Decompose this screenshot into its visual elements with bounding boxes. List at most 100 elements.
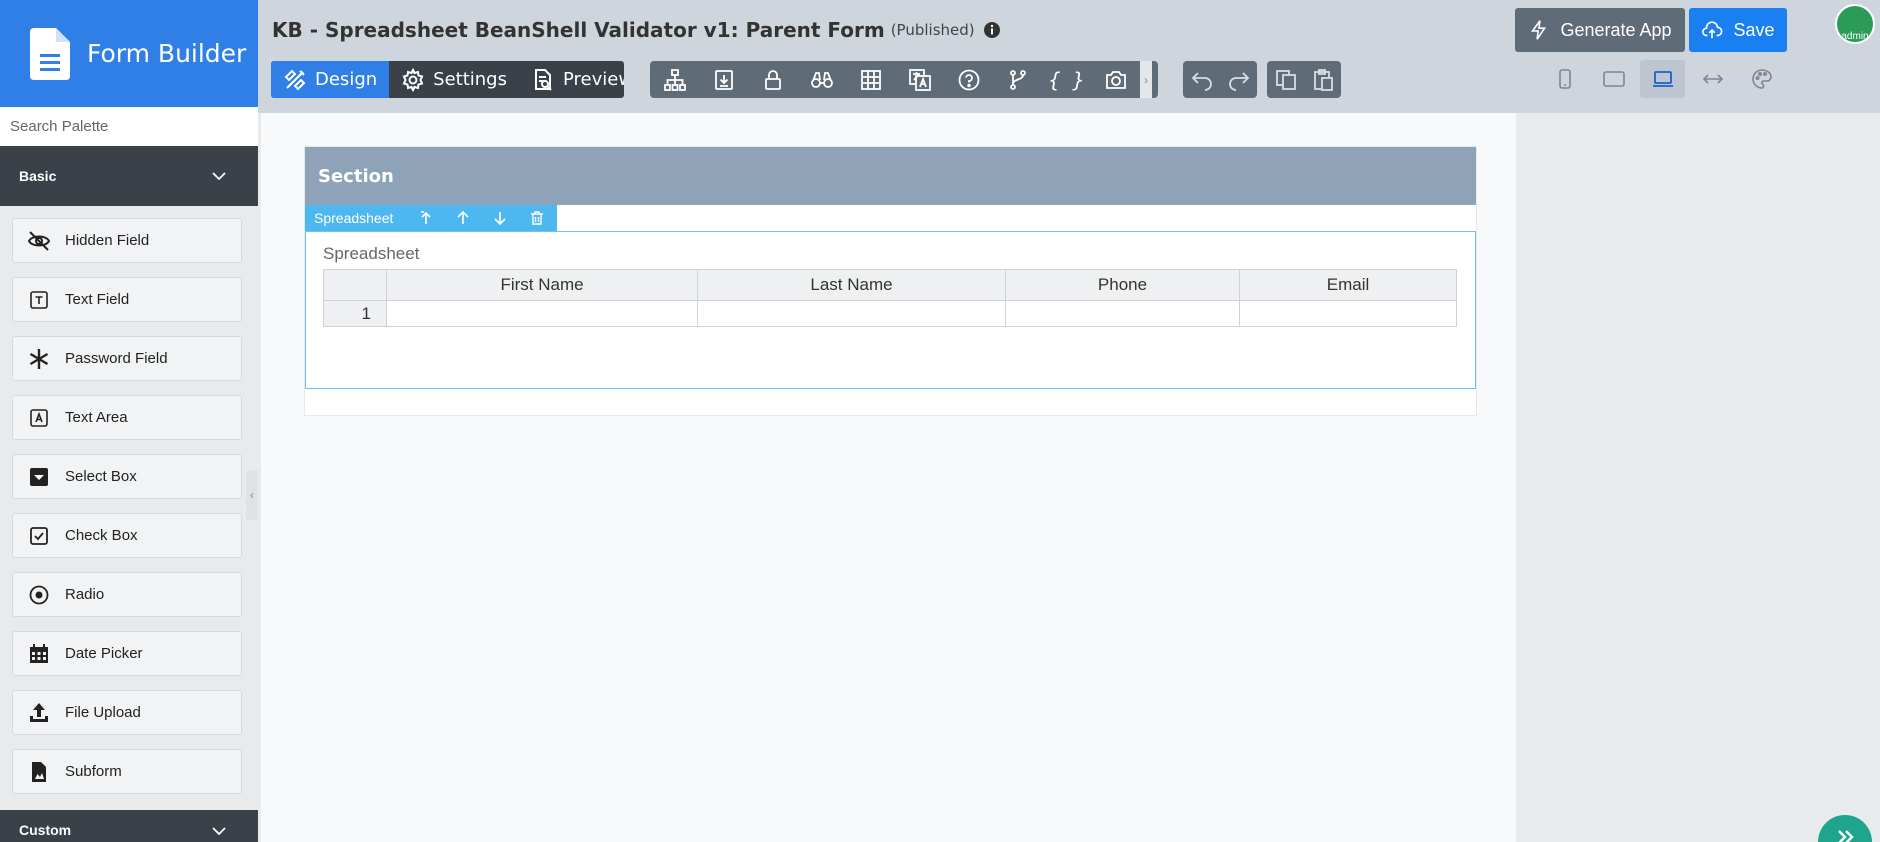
column-header[interactable]: Email [1239,269,1457,301]
row-header-corner [323,269,387,301]
undo-button[interactable] [1183,61,1220,98]
binoculars-icon [810,71,833,88]
search-palette-input[interactable] [0,107,258,146]
table-cell[interactable] [697,300,1006,327]
palette-item-text-area[interactable]: Text Area [12,395,242,440]
generate-app-button[interactable]: Generate App [1515,8,1685,52]
eye-slash-icon [27,230,51,251]
avatar[interactable]: admin [1835,4,1875,44]
element-toolbar: Spreadsheet [305,205,557,231]
palette-item-select-box[interactable]: Select Box [12,454,242,499]
palette-item-radio[interactable]: Radio [12,572,242,617]
palette-item-date-picker[interactable]: Date Picker [12,631,242,676]
category-custom[interactable]: Custom [0,810,258,842]
mobile-icon [1558,69,1571,89]
view-fit-width-button[interactable] [1690,60,1735,98]
paste-button[interactable] [1304,61,1341,98]
bolt-icon [1531,20,1547,40]
tree-button[interactable] [650,61,699,98]
info-icon[interactable] [983,21,1001,39]
move-up-button[interactable] [444,205,481,231]
tab-design-label: Design [315,69,378,90]
translate-button[interactable] [895,61,944,98]
palette-item-password-field[interactable]: Password Field [12,336,242,381]
palette-item-check-box[interactable]: Check Box [12,513,242,558]
palette-item-label: Text Field [65,291,130,308]
theme-button[interactable] [1739,60,1784,98]
category-basic[interactable]: Basic [0,146,258,206]
history-tools [1183,61,1257,98]
import-button[interactable] [699,61,748,98]
category-basic-label: Basic [19,168,57,184]
help-icon [958,69,979,90]
check-box-icon [30,526,48,545]
select-parent-button[interactable] [407,205,444,231]
brand: Form Builder [0,0,258,107]
form-title: KB - Spreadsheet BeanShell Validator v1:… [272,18,885,42]
table-icon [860,69,881,90]
camera-icon [1105,70,1126,89]
view-mobile-button[interactable] [1542,60,1587,98]
palette-item-hidden-field[interactable]: Hidden Field [12,218,242,263]
binoculars-button[interactable] [797,61,846,98]
view-tablet-button[interactable] [1591,60,1636,98]
copy-button[interactable] [1267,61,1304,98]
spreadsheet-element[interactable]: Spreadsheet First Name Last Name Phone E… [305,231,1476,389]
double-chevron-right-icon [1838,830,1854,842]
section-title: Section [318,165,394,187]
column-header[interactable]: Last Name [697,269,1006,301]
palette-items: Hidden Field Text Field Password Field T… [0,206,258,810]
cloud-upload-icon [1702,21,1723,39]
tab-design[interactable]: Design [271,61,390,98]
spreadsheet-label: Spreadsheet [323,244,420,263]
table-cell[interactable] [1239,300,1457,327]
expand-panel-button[interactable] [1818,815,1872,842]
palette-sidebar: Basic Hidden Field Text Field Password F… [0,107,258,842]
tab-settings-label: Settings [433,69,507,90]
palette-item-label: File Upload [65,704,141,721]
table-cell[interactable] [386,300,698,327]
column-header[interactable]: Phone [1005,269,1240,301]
tab-preview[interactable]: Preview [519,61,624,98]
save-button[interactable]: Save [1689,8,1787,52]
tablet-icon [1602,71,1625,87]
copy-icon [1275,69,1296,90]
collapse-sidebar-handle[interactable]: ‹ [246,470,258,520]
move-down-button[interactable] [481,205,518,231]
text-field-icon [30,290,48,309]
palette-item-label: Password Field [65,350,168,367]
translate-icon [908,68,931,91]
save-label: Save [1733,19,1775,40]
fit-width-icon [1702,74,1723,84]
table-button[interactable] [846,61,895,98]
help-button[interactable] [944,61,993,98]
delete-button[interactable] [518,205,555,231]
scroll-right-icon[interactable]: › [1140,61,1152,98]
design-tools: { } › [650,61,1158,98]
spreadsheet-table[interactable]: First Name Last Name Phone Email 1 [323,269,1457,327]
view-laptop-button[interactable] [1640,60,1685,98]
palette-item-file-upload[interactable]: File Upload [12,690,242,735]
palette-item-label: Select Box [65,468,137,485]
section-header[interactable]: Section [305,147,1476,205]
script-button[interactable]: { } [1042,61,1091,98]
screenshot-button[interactable] [1091,61,1140,98]
page-title: KB - Spreadsheet BeanShell Validator v1:… [272,18,1001,42]
arrow-up-icon [457,210,469,224]
redo-button[interactable] [1220,61,1257,98]
table-cell[interactable] [1005,300,1240,327]
import-icon [714,69,733,90]
gear-icon [402,67,424,92]
palette-item-label: Check Box [65,527,138,544]
branch-button[interactable] [993,61,1042,98]
form-section[interactable]: Section Spreadsheet Spreadsheet First Na… [304,146,1477,416]
brand-title: Form Builder [87,39,247,68]
palette-item-subform[interactable]: Subform [12,749,242,794]
column-header[interactable]: First Name [386,269,698,301]
tab-settings[interactable]: Settings [389,61,519,98]
lock-button[interactable] [748,61,797,98]
avatar-label: admin [1841,31,1869,42]
status-label: (Published) [890,21,975,39]
palette-icon [1751,69,1772,89]
palette-item-text-field[interactable]: Text Field [12,277,242,322]
